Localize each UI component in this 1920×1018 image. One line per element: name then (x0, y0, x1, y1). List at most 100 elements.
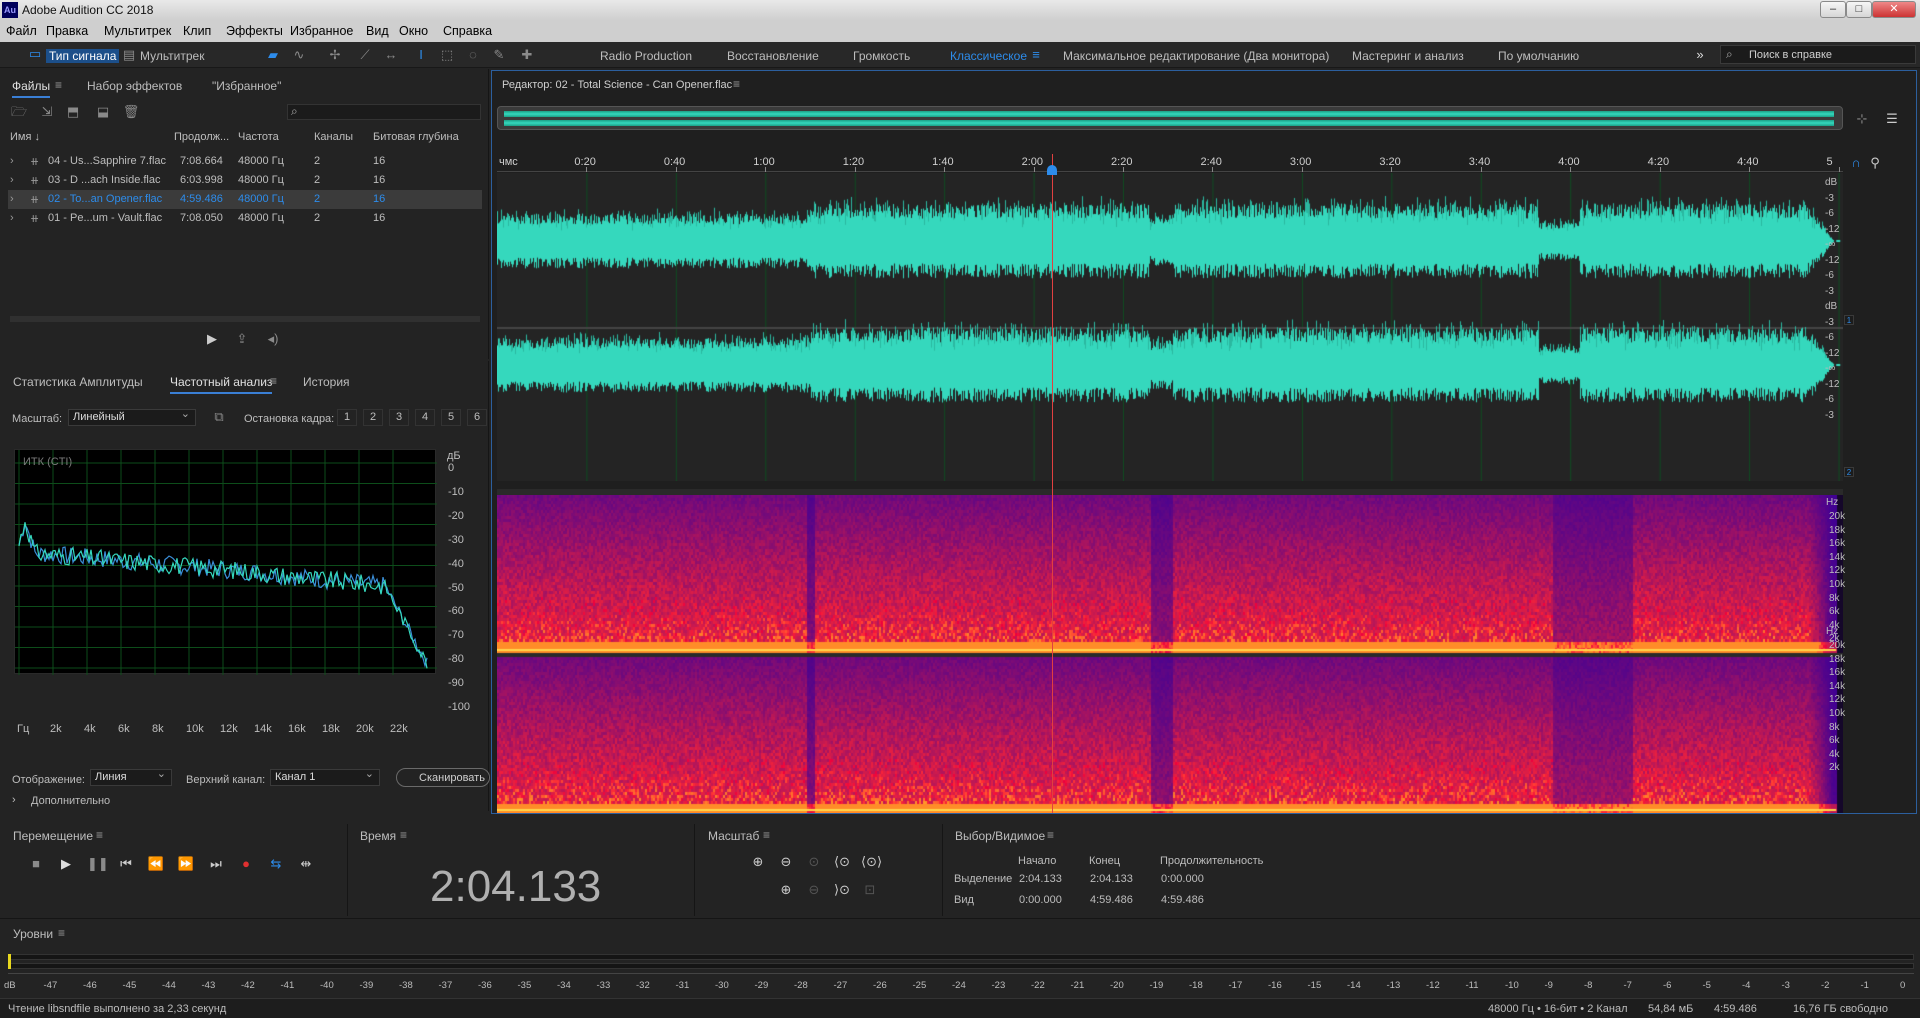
view-duration[interactable]: 4:59.486 (1161, 894, 1204, 906)
panel-menu-icon[interactable]: ≡ (400, 828, 407, 842)
chevron-right-icon[interactable]: › (10, 174, 14, 186)
view-end[interactable]: 4:59.486 (1090, 894, 1133, 906)
workspace-dual-monitor[interactable]: Максимальное редактирование (Два монитор… (1063, 49, 1329, 63)
panel-menu-icon[interactable]: ≡ (96, 828, 103, 842)
playhead-handle[interactable] (1047, 165, 1058, 175)
freeze-frame-button-2[interactable]: 2 (363, 409, 383, 426)
record-icon[interactable]: ● (237, 856, 255, 872)
advanced-toggle[interactable]: Дополнительно (31, 795, 110, 807)
marquee-tool-icon[interactable]: ⬚ (438, 47, 456, 63)
zoom-out-icon[interactable]: ⊡ (861, 882, 879, 898)
menu-help[interactable]: Справка (443, 24, 492, 38)
files-scrollbar[interactable] (10, 316, 480, 322)
panel-menu-icon[interactable]: ≡ (1047, 828, 1054, 842)
waveform-view-button[interactable]: Тип сигнала (46, 49, 120, 63)
selection-end[interactable]: 2:04.133 (1090, 873, 1133, 885)
snapshot-icon[interactable]: ⧉ (210, 409, 228, 425)
column-depth[interactable]: Битовая глубина (373, 131, 459, 143)
scale-dropdown[interactable]: Линейный (68, 407, 196, 426)
workspace-menu-icon[interactable]: ≡ (1027, 47, 1045, 63)
zoom-in-frequency-icon[interactable]: ⊕ (777, 882, 795, 898)
table-row[interactable]: › ⧺ 03 - D ...ach Inside.flac 6:03.998 48000… (8, 171, 482, 190)
loop-preview-icon[interactable]: ⇪ (233, 331, 251, 347)
move-tool-icon[interactable]: ✢ (326, 47, 344, 63)
previous-icon[interactable]: ⏮ (117, 856, 135, 872)
brush-tool-icon[interactable]: ✎ (490, 47, 508, 63)
zoom-out-frequency-icon[interactable]: ⊖ (805, 882, 823, 898)
zoom-in-time-icon[interactable]: ⊙ (805, 854, 823, 870)
help-search-input[interactable]: Поиск в справке (1749, 49, 1832, 61)
scan-button[interactable]: Сканировать (396, 768, 490, 787)
maximize-button[interactable]: □ (1846, 1, 1872, 18)
overview-navigator[interactable] (497, 106, 1843, 130)
time-ruler[interactable]: чмс 0:20 0:40 1:00 1:20 1:40 2:00 2:20 2:40 3:00… (497, 154, 1843, 172)
import-icon[interactable]: ⇲ (38, 104, 56, 120)
column-name[interactable]: Имя ↓ (10, 131, 40, 143)
fast-forward-icon[interactable]: ⏩ (177, 856, 195, 872)
menu-window[interactable]: Окно (399, 24, 428, 38)
autoplay-icon[interactable]: ◂) (264, 331, 282, 347)
menu-favorites[interactable]: Избранное (290, 24, 353, 38)
panel-menu-icon[interactable]: ≡ (733, 77, 740, 91)
help-search[interactable]: ⌕ Поиск в справке (1720, 45, 1916, 64)
chevron-right-icon[interactable]: › (10, 193, 14, 205)
selection-duration[interactable]: 0:00.000 (1161, 873, 1204, 885)
column-channels[interactable]: Каналы (314, 131, 353, 143)
zoom-to-selection-icon[interactable]: ⟨⊙ (833, 854, 851, 870)
stop-icon[interactable]: ■ (27, 856, 45, 872)
zoom-selection-icon[interactable]: ⟩⊙ (833, 882, 851, 898)
column-duration[interactable]: Продолж... (174, 131, 229, 143)
insert-into-multitrack-icon[interactable]: ⬓ (94, 104, 112, 120)
zoom-reset-icon[interactable]: ⊹ (1853, 111, 1871, 127)
loop-icon[interactable]: ⇆ (267, 856, 285, 872)
chevron-right-icon[interactable]: › (10, 212, 14, 224)
waveform-display[interactable] (497, 173, 1843, 481)
slip-tool-icon[interactable]: ↔ (382, 47, 400, 63)
minimize-button[interactable]: – (1820, 1, 1846, 18)
channel-badge-2[interactable]: 2 (1844, 467, 1854, 477)
next-icon[interactable]: ⏭ (207, 856, 225, 872)
workspace-loudness[interactable]: Громкость (853, 49, 910, 63)
close-button[interactable]: ✕ (1872, 1, 1916, 18)
selection-start[interactable]: 2:04.133 (1019, 873, 1062, 885)
waveform-display-icon[interactable]: ▰ (264, 47, 282, 63)
panel-menu-icon[interactable]: ≡ (55, 78, 62, 92)
panel-menu-icon[interactable]: ≡ (58, 926, 65, 940)
display-splitter[interactable] (497, 489, 1843, 495)
spectral-display[interactable] (497, 495, 1843, 813)
upper-channel-dropdown[interactable]: Канал 1 (270, 767, 380, 786)
pause-icon[interactable]: ❚❚ (87, 856, 109, 872)
table-row[interactable]: › ⧺ 01 - Pe...um - Vault.flac 7:08.050 48000… (8, 209, 482, 228)
menu-effects[interactable]: Эффекты (226, 24, 283, 38)
tab-amplitude-stats[interactable]: Статистика Амплитуды (13, 375, 143, 389)
play-icon[interactable]: ▶ (57, 856, 75, 872)
new-file-icon[interactable]: ⬒ (64, 104, 82, 120)
tab-favorites[interactable]: "Избранное" (212, 79, 281, 93)
zoom-out-amplitude-icon[interactable]: ⊖ (777, 854, 795, 870)
workspace-radio-production[interactable]: Radio Production (600, 49, 692, 63)
workspace-default[interactable]: По умолчанию (1498, 49, 1579, 63)
freeze-frame-button-3[interactable]: 3 (389, 409, 409, 426)
more-workspaces-icon[interactable]: » (1691, 47, 1709, 63)
menu-view[interactable]: Вид (366, 24, 389, 38)
column-rate[interactable]: Частота (238, 131, 279, 143)
frequency-graph[interactable]: ИТК (CTI) (14, 449, 437, 675)
table-row[interactable]: › ⧺ 04 - Us...Sapphire 7.flac 7:08.664 48000… (8, 152, 482, 171)
spectral-display-icon[interactable]: ∿ (290, 47, 308, 63)
time-selection-tool-icon[interactable]: I (412, 47, 430, 63)
chevron-right-icon[interactable]: › (12, 794, 16, 806)
tab-frequency-analysis[interactable]: Частотный анализ (170, 375, 273, 394)
menu-clip[interactable]: Клип (183, 24, 211, 38)
razor-tool-icon[interactable]: ⟋ (356, 47, 374, 63)
menu-file[interactable]: Файл (6, 24, 37, 38)
menu-edit[interactable]: Правка (46, 24, 88, 38)
rewind-icon[interactable]: ⏪ (147, 856, 165, 872)
menu-multitrack[interactable]: Мультитрек (104, 24, 171, 38)
tab-history[interactable]: История (303, 375, 350, 389)
zoom-in-amplitude-icon[interactable]: ⊕ (749, 854, 767, 870)
workspace-classic[interactable]: Классическое (950, 49, 1027, 63)
panel-menu-icon[interactable]: ≡ (270, 374, 277, 388)
display-dropdown[interactable]: Линия (90, 767, 172, 786)
table-row[interactable]: › ⧺ 02 - To...an Opener.flac 4:59.486 48000 … (8, 190, 482, 209)
editor-options-icon[interactable]: ☰ (1883, 111, 1901, 127)
